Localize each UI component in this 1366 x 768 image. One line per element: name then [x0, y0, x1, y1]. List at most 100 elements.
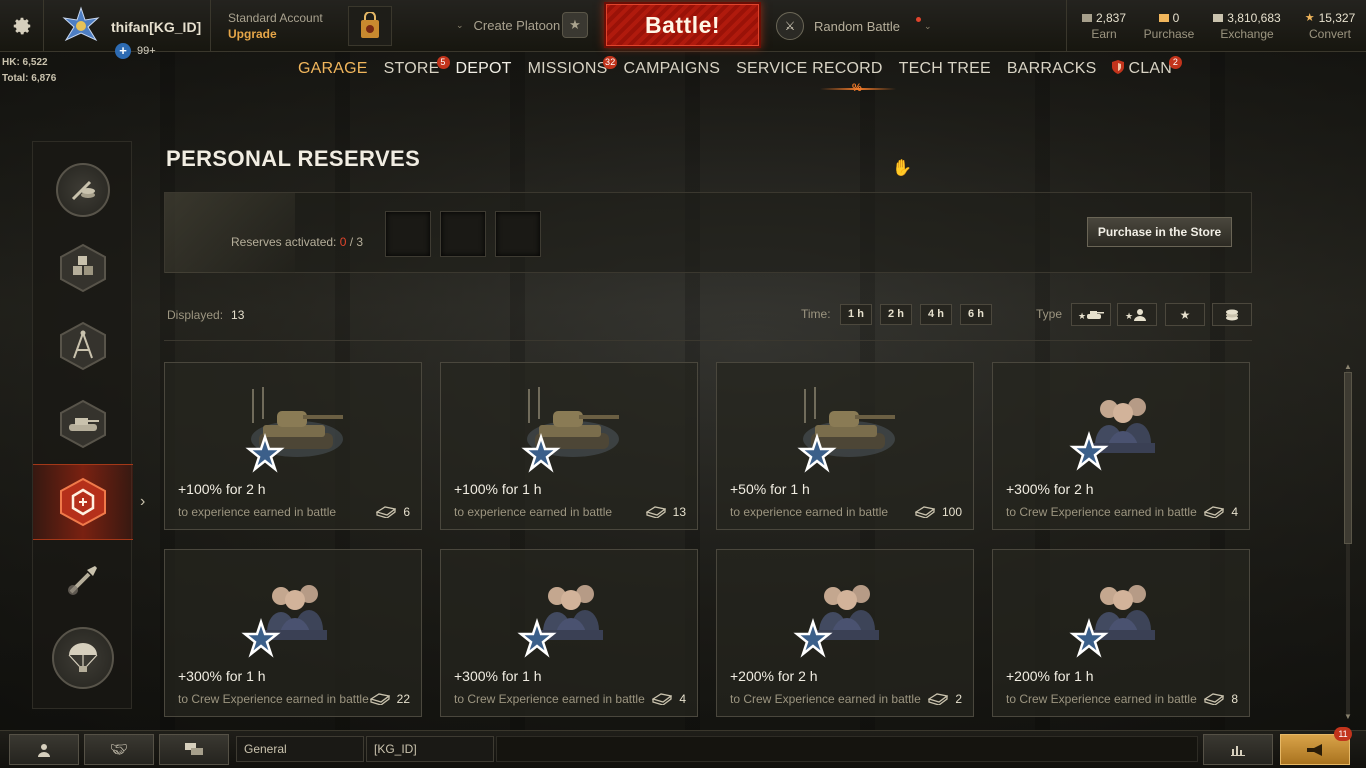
- side-item-airdrop[interactable]: [33, 620, 133, 696]
- player-emblem-icon[interactable]: [58, 6, 104, 46]
- currency-silver[interactable]: 3,810,683 Exchange: [1206, 10, 1288, 42]
- side-item-personal-reserves[interactable]: [33, 464, 133, 540]
- chat-input[interactable]: [496, 736, 1198, 762]
- cards-scrollbar[interactable]: ▲ ▼: [1342, 362, 1354, 722]
- nav-garage[interactable]: GARAGE: [298, 60, 368, 82]
- settings-gear-icon[interactable]: [0, 0, 44, 52]
- side-item-consumables[interactable]: [33, 152, 133, 228]
- parachute-icon: [52, 627, 114, 689]
- random-battle-icon: ⚔: [776, 12, 804, 40]
- nav-label: CLAN: [1128, 60, 1172, 77]
- type-filter-crew-xp[interactable]: ★: [1117, 303, 1157, 326]
- crew-xp-art-icon: [1069, 398, 1155, 471]
- account-info[interactable]: Standard Account Upgrade: [228, 10, 323, 42]
- type-filter-vehicle-xp[interactable]: ★: [1071, 303, 1111, 326]
- currency-amount: 15,327: [1318, 11, 1356, 25]
- reserve-slot[interactable]: [495, 211, 541, 257]
- shop-bag-icon[interactable]: [348, 6, 392, 46]
- side-item-equipment[interactable]: [33, 230, 133, 306]
- reserves-activated-total: / 3: [349, 235, 364, 249]
- contacts-button[interactable]: [9, 734, 79, 765]
- account-type: Standard Account: [228, 11, 323, 25]
- create-platoon-button[interactable]: ⌄ Create Platoon: [456, 18, 560, 33]
- nav-label: DEPOT: [455, 60, 512, 77]
- scroll-down-icon[interactable]: ▼: [1342, 712, 1354, 722]
- time-filter-4h[interactable]: 4 h: [920, 304, 952, 325]
- upgrade-link[interactable]: Upgrade: [228, 26, 323, 42]
- nav-label: GARAGE: [298, 60, 368, 77]
- premium-badge[interactable]: + 99+: [115, 43, 156, 59]
- top-bar: thifan[KG_ID] Standard Account Upgrade ⌄…: [0, 0, 1366, 52]
- time-filter-2h[interactable]: 2 h: [880, 304, 912, 325]
- referral-button[interactable]: 🤝︎: [84, 734, 154, 765]
- currency-amount: 2,837: [1095, 11, 1127, 25]
- time-filter-1h[interactable]: 1 h: [840, 304, 872, 325]
- battle-mode-selector[interactable]: ⚔ Random Battle ⌄: [776, 12, 932, 40]
- nav-campaigns[interactable]: CAMPAIGNS: [623, 60, 720, 82]
- side-item-customization[interactable]: [33, 542, 133, 618]
- currency-label: Exchange: [1220, 27, 1274, 41]
- reserve-quantity-icon: [928, 693, 949, 705]
- reserve-count: 22: [396, 692, 410, 706]
- reserve-card[interactable]: +200% for 1 h to Crew Experience earned i…: [992, 549, 1250, 717]
- chevron-right-icon[interactable]: ›: [140, 493, 145, 511]
- currency-free-xp[interactable]: ★ 15,327 Convert: [1298, 10, 1362, 42]
- type-filter-free-xp[interactable]: ★: [1165, 303, 1205, 326]
- reserve-title: +100% for 1 h: [454, 481, 542, 497]
- reserve-card[interactable]: +300% for 1 h to Crew Experience earned i…: [164, 549, 422, 717]
- reserve-card[interactable]: +50% for 1 h to experience earned in batt…: [716, 362, 974, 530]
- time-filter-6h[interactable]: 6 h: [960, 304, 992, 325]
- ammo-crate-image: [165, 193, 295, 273]
- battle-mode-label: Random Battle: [814, 18, 900, 34]
- reserve-card[interactable]: +100% for 2 h to experience earned in bat…: [164, 362, 422, 530]
- nav-clan[interactable]: CLAN 2: [1112, 56, 1182, 82]
- side-item-blueprints[interactable]: [33, 308, 133, 384]
- nav-service-record[interactable]: SERVICE RECORD: [736, 60, 883, 82]
- reserve-description: to experience earned in battle: [178, 505, 337, 519]
- reserve-card[interactable]: +300% for 2 h to Crew Experience earned i…: [992, 362, 1250, 530]
- reserve-slot[interactable]: [440, 211, 486, 257]
- crew-xp-icon: ★: [1125, 308, 1146, 321]
- scroll-thumb[interactable]: [1344, 372, 1352, 544]
- reserve-title: +300% for 1 h: [454, 668, 542, 684]
- page-title: PERSONAL RESERVES: [166, 146, 421, 171]
- purchase-in-store-button[interactable]: Purchase in the Store: [1087, 217, 1232, 247]
- reserve-slot[interactable]: [385, 211, 431, 257]
- currency-gold[interactable]: 0 Purchase: [1142, 10, 1196, 42]
- chat-bubbles-icon: [185, 742, 203, 755]
- nav-tech-tree[interactable]: TECH TREE: [899, 60, 991, 82]
- credits-stack-icon: [1226, 309, 1238, 320]
- chat-tab-general[interactable]: General: [236, 736, 364, 762]
- bar-chart-icon: [1231, 745, 1245, 756]
- divider: [164, 340, 1252, 341]
- crew-xp-art-icon: [1069, 585, 1155, 658]
- type-filter-credits[interactable]: [1212, 303, 1252, 326]
- divider: [210, 0, 211, 52]
- chat-button[interactable]: [159, 734, 229, 765]
- nav-barracks[interactable]: BARRACKS: [1007, 60, 1097, 82]
- side-item-vehicles[interactable]: [33, 386, 133, 462]
- paint-brush-icon: [56, 553, 110, 607]
- currency-amount: 3,810,683: [1227, 11, 1281, 25]
- statistics-button[interactable]: [1203, 734, 1273, 765]
- gold-icon: [1158, 14, 1169, 22]
- nav-depot[interactable]: DEPOT: [456, 60, 512, 82]
- nav-missions[interactable]: MISSIONS 32: [528, 56, 618, 82]
- reserve-count: 100: [941, 505, 962, 519]
- nav-store[interactable]: STORE 5: [384, 56, 450, 82]
- reserve-card[interactable]: +300% for 1 h to Crew Experience earned i…: [440, 549, 698, 717]
- currency-credits[interactable]: 2,837 Earn: [1076, 10, 1132, 42]
- reserves-activated-label: Reserves activated:: [231, 235, 337, 249]
- reserve-quantity: 22: [369, 692, 410, 706]
- hk-stats: HK: 6,522 Total: 6,876: [2, 55, 56, 87]
- reserve-title: +50% for 1 h: [730, 481, 810, 497]
- chat-tab-clan[interactable]: [KG_ID]: [366, 736, 494, 762]
- battle-button[interactable]: Battle!: [604, 2, 761, 48]
- reserve-card[interactable]: +200% for 2 h to Crew Experience earned i…: [716, 549, 974, 717]
- reserve-quantity-icon: [1204, 693, 1225, 705]
- currency-amount: 0: [1172, 11, 1180, 25]
- displayed-count: Displayed: 13: [167, 308, 244, 322]
- player-name[interactable]: thifan[KG_ID]: [111, 19, 201, 35]
- platoon-star-icon[interactable]: ★: [562, 12, 588, 38]
- reserve-card[interactable]: +100% for 1 h to experience earned in bat…: [440, 362, 698, 530]
